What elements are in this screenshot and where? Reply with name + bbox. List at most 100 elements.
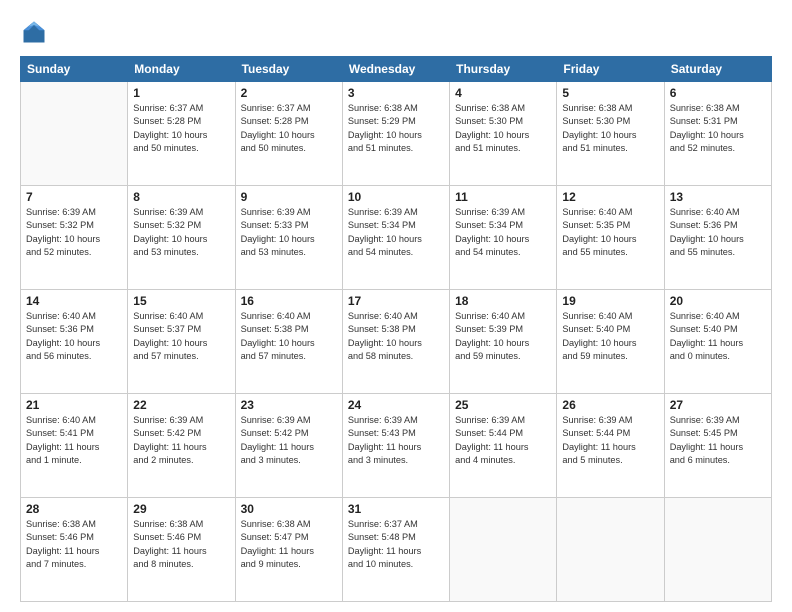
calendar-cell (21, 82, 128, 186)
calendar-cell: 12 Sunrise: 6:40 AMSunset: 5:35 PMDayligh… (557, 186, 664, 290)
day-number: 27 (670, 398, 766, 412)
logo-icon (20, 18, 48, 46)
day-info: Sunrise: 6:40 AMSunset: 5:35 PMDaylight:… (562, 206, 658, 259)
day-info: Sunrise: 6:39 AMSunset: 5:42 PMDaylight:… (133, 414, 229, 467)
calendar-cell: 4Sunrise: 6:38 AMSunset: 5:30 PMDaylight… (450, 82, 557, 186)
calendar-cell: 29 Sunrise: 6:38 AMSunset: 5:46 PMDayligh… (128, 498, 235, 602)
day-info: Sunrise: 6:39 AMSunset: 5:32 PMDaylight:… (133, 206, 229, 259)
day-number: 11 (455, 190, 551, 204)
day-info: Sunrise: 6:40 AMSunset: 5:41 PMDaylight:… (26, 414, 122, 467)
calendar-cell: 11 Sunrise: 6:39 AMSunset: 5:34 PMDayligh… (450, 186, 557, 290)
calendar-cell: 7 Sunrise: 6:39 AMSunset: 5:32 PMDaylight… (21, 186, 128, 290)
day-number: 24 (348, 398, 444, 412)
day-number: 30 (241, 502, 337, 516)
day-number: 7 (26, 190, 122, 204)
calendar-table: SundayMondayTuesdayWednesdayThursdayFrid… (20, 56, 772, 602)
calendar-cell: 13 Sunrise: 6:40 AMSunset: 5:36 PMDayligh… (664, 186, 771, 290)
week-row-2: 7 Sunrise: 6:39 AMSunset: 5:32 PMDaylight… (21, 186, 772, 290)
calendar-cell: 15 Sunrise: 6:40 AMSunset: 5:37 PMDayligh… (128, 290, 235, 394)
day-info: Sunrise: 6:40 AMSunset: 5:38 PMDaylight:… (241, 310, 337, 363)
day-number: 18 (455, 294, 551, 308)
day-number: 5 (562, 86, 658, 100)
calendar-cell: 16 Sunrise: 6:40 AMSunset: 5:38 PMDayligh… (235, 290, 342, 394)
calendar-cell: 14 Sunrise: 6:40 AMSunset: 5:36 PMDayligh… (21, 290, 128, 394)
calendar-cell: 23Sunrise: 6:39 AMSunset: 5:42 PMDayligh… (235, 394, 342, 498)
calendar-cell: 19 Sunrise: 6:40 AMSunset: 5:40 PMDayligh… (557, 290, 664, 394)
calendar-cell: 25 Sunrise: 6:39 AMSunset: 5:44 PMDayligh… (450, 394, 557, 498)
day-info: Sunrise: 6:38 AMSunset: 5:46 PMDaylight:… (133, 518, 229, 571)
day-info: Sunrise: 6:40 AMSunset: 5:38 PMDaylight:… (348, 310, 444, 363)
day-info: Sunrise: 6:39 AMSunset: 5:44 PMDaylight:… (455, 414, 551, 467)
week-row-4: 21 Sunrise: 6:40 AMSunset: 5:41 PMDayligh… (21, 394, 772, 498)
day-info: Sunrise: 6:39 AMSunset: 5:32 PMDaylight:… (26, 206, 122, 259)
weekday-header-friday: Friday (557, 57, 664, 82)
week-row-5: 28 Sunrise: 6:38 AMSunset: 5:46 PMDayligh… (21, 498, 772, 602)
day-info: Sunrise: 6:40 AMSunset: 5:37 PMDaylight:… (133, 310, 229, 363)
day-number: 21 (26, 398, 122, 412)
calendar-cell: 28 Sunrise: 6:38 AMSunset: 5:46 PMDayligh… (21, 498, 128, 602)
page: SundayMondayTuesdayWednesdayThursdayFrid… (0, 0, 792, 612)
day-number: 22 (133, 398, 229, 412)
week-row-3: 14 Sunrise: 6:40 AMSunset: 5:36 PMDayligh… (21, 290, 772, 394)
calendar-cell (557, 498, 664, 602)
calendar-cell: 18 Sunrise: 6:40 AMSunset: 5:39 PMDayligh… (450, 290, 557, 394)
day-info: Sunrise: 6:39 AMSunset: 5:44 PMDaylight:… (562, 414, 658, 467)
day-number: 9 (241, 190, 337, 204)
day-info: Sunrise: 6:39 AMSunset: 5:34 PMDaylight:… (455, 206, 551, 259)
day-info: Sunrise: 6:39 AMSunset: 5:33 PMDaylight:… (241, 206, 337, 259)
calendar-cell: 31Sunrise: 6:37 AMSunset: 5:48 PMDayligh… (342, 498, 449, 602)
calendar-cell: 6 Sunrise: 6:38 AMSunset: 5:31 PMDaylight… (664, 82, 771, 186)
day-info: Sunrise: 6:39 AMSunset: 5:45 PMDaylight:… (670, 414, 766, 467)
calendar-cell: 9 Sunrise: 6:39 AMSunset: 5:33 PMDaylight… (235, 186, 342, 290)
day-info: Sunrise: 6:40 AMSunset: 5:39 PMDaylight:… (455, 310, 551, 363)
calendar-cell: 8 Sunrise: 6:39 AMSunset: 5:32 PMDaylight… (128, 186, 235, 290)
weekday-header-tuesday: Tuesday (235, 57, 342, 82)
day-number: 2 (241, 86, 337, 100)
day-info: Sunrise: 6:38 AMSunset: 5:29 PMDaylight:… (348, 102, 444, 155)
day-info: Sunrise: 6:38 AMSunset: 5:30 PMDaylight:… (562, 102, 658, 155)
day-info: Sunrise: 6:38 AMSunset: 5:47 PMDaylight:… (241, 518, 337, 571)
day-number: 31 (348, 502, 444, 516)
day-number: 4 (455, 86, 551, 100)
day-number: 29 (133, 502, 229, 516)
day-info: Sunrise: 6:38 AMSunset: 5:46 PMDaylight:… (26, 518, 122, 571)
day-info: Sunrise: 6:39 AMSunset: 5:34 PMDaylight:… (348, 206, 444, 259)
logo (20, 18, 52, 46)
calendar-cell: 5 Sunrise: 6:38 AMSunset: 5:30 PMDaylight… (557, 82, 664, 186)
day-number: 15 (133, 294, 229, 308)
weekday-header-thursday: Thursday (450, 57, 557, 82)
day-info: Sunrise: 6:38 AMSunset: 5:31 PMDaylight:… (670, 102, 766, 155)
calendar-cell: 21 Sunrise: 6:40 AMSunset: 5:41 PMDayligh… (21, 394, 128, 498)
weekday-header-saturday: Saturday (664, 57, 771, 82)
day-number: 16 (241, 294, 337, 308)
day-info: Sunrise: 6:40 AMSunset: 5:40 PMDaylight:… (562, 310, 658, 363)
day-number: 23 (241, 398, 337, 412)
calendar-cell: 1Sunrise: 6:37 AMSunset: 5:28 PMDaylight… (128, 82, 235, 186)
day-number: 8 (133, 190, 229, 204)
calendar-cell: 3 Sunrise: 6:38 AMSunset: 5:29 PMDaylight… (342, 82, 449, 186)
calendar-cell: 20 Sunrise: 6:40 AMSunset: 5:40 PMDayligh… (664, 290, 771, 394)
day-number: 19 (562, 294, 658, 308)
day-number: 25 (455, 398, 551, 412)
weekday-header-wednesday: Wednesday (342, 57, 449, 82)
day-number: 14 (26, 294, 122, 308)
day-info: Sunrise: 6:40 AMSunset: 5:40 PMDaylight:… (670, 310, 766, 363)
weekday-header-monday: Monday (128, 57, 235, 82)
calendar-cell: 10Sunrise: 6:39 AMSunset: 5:34 PMDayligh… (342, 186, 449, 290)
day-number: 20 (670, 294, 766, 308)
weekday-header-row: SundayMondayTuesdayWednesdayThursdayFrid… (21, 57, 772, 82)
weekday-header-sunday: Sunday (21, 57, 128, 82)
calendar-cell: 24Sunrise: 6:39 AMSunset: 5:43 PMDayligh… (342, 394, 449, 498)
calendar-cell: 17Sunrise: 6:40 AMSunset: 5:38 PMDayligh… (342, 290, 449, 394)
day-number: 6 (670, 86, 766, 100)
day-number: 3 (348, 86, 444, 100)
week-row-1: 1 Sunrise: 6:37 AMSunset: 5:28 PMDaylight… (21, 82, 772, 186)
day-number: 13 (670, 190, 766, 204)
day-number: 28 (26, 502, 122, 516)
day-number: 1 (133, 86, 229, 100)
calendar-cell: 22 Sunrise: 6:39 AMSunset: 5:42 PMDayligh… (128, 394, 235, 498)
day-info: Sunrise: 6:40 AMSunset: 5:36 PMDaylight:… (26, 310, 122, 363)
day-info: Sunrise: 6:37 AMSunset: 5:28 PMDaylight:… (241, 102, 337, 155)
day-number: 12 (562, 190, 658, 204)
day-info: Sunrise: 6:40 AMSunset: 5:36 PMDaylight:… (670, 206, 766, 259)
